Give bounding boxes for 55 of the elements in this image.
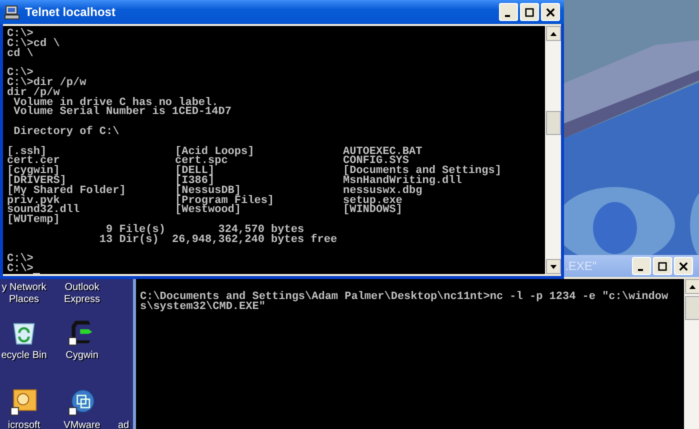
minimize-icon — [505, 14, 510, 16]
desktop-icon-label[interactable]: y Network Places — [2, 282, 46, 306]
vmware-icon[interactable] — [68, 388, 96, 416]
desktop-icon-label[interactable]: Cygwin — [66, 350, 98, 362]
file-entry: [Westwood] — [175, 206, 242, 216]
scrollbar-thumb[interactable] — [546, 111, 560, 135]
minimize-button[interactable] — [632, 257, 651, 275]
file-entry: [DELL] — [175, 167, 215, 177]
file-entry: [WINDOWS] — [343, 206, 404, 216]
scroll-down-button[interactable] — [546, 259, 560, 274]
close-button[interactable] — [674, 257, 693, 275]
scrollbar[interactable] — [545, 26, 561, 274]
close-button[interactable] — [541, 3, 560, 21]
scroll-up-button[interactable] — [546, 26, 560, 41]
desktop-icon-label[interactable]: ecycle Bin — [1, 350, 47, 362]
maximize-icon — [525, 8, 534, 16]
minimize-button[interactable] — [499, 3, 518, 21]
computer-icon — [4, 4, 20, 20]
scroll-up-button[interactable] — [684, 279, 699, 294]
maximize-button[interactable] — [653, 257, 672, 275]
file-entry: [Acid Loops] — [175, 148, 256, 158]
console-line: Directory of C:\ — [12, 128, 120, 138]
desktop-icon-label[interactable]: Outlook Express — [64, 282, 100, 306]
down-arrow-icon — [550, 264, 556, 268]
desktop-icon-label[interactable]: ad — [118, 420, 130, 429]
maximize-icon — [658, 262, 667, 270]
scrollbar[interactable] — [684, 279, 699, 429]
maximize-button[interactable] — [520, 3, 539, 21]
file-entry: MsnHandWriting.dll — [343, 176, 462, 187]
up-arrow-icon — [688, 284, 696, 288]
desktop-icon-label[interactable]: icrosoft — [8, 420, 40, 429]
scrollbar-thumb[interactable] — [684, 296, 699, 320]
window-title: .EXE" — [565, 259, 597, 273]
file-entry: priv.pvk — [7, 196, 60, 206]
console-line: s\system32\CMD.EXE" — [140, 302, 266, 313]
close-icon — [546, 8, 555, 16]
desktop-icon-label[interactable]: VMware — [64, 420, 100, 429]
minimize-icon — [638, 268, 643, 270]
file-entry: [WUTemp] — [7, 216, 61, 226]
console-line: 13 Dir(s) 26,948,362,240 bytes free — [98, 236, 338, 246]
file-entry: setup.exe — [343, 196, 402, 206]
calendar-app-icon[interactable] — [10, 388, 38, 416]
file-entry: [I386] — [175, 176, 215, 187]
file-entry: [DRIVERS] — [7, 176, 66, 187]
close-icon — [679, 262, 688, 270]
file-entry: [NessusDB] — [175, 186, 242, 197]
console-line: 9 File(s) 324,570 bytes — [106, 226, 306, 236]
window-title: Telnet localhost — [25, 5, 116, 19]
file-entry: [cygwin] — [7, 167, 60, 177]
console-line: cd \ — [7, 50, 34, 60]
console-line: C:\> — [7, 265, 34, 274]
file-entry: [.ssh] — [7, 148, 47, 158]
cursor-icon — [33, 272, 40, 274]
file-entry: nessuswx.dbg — [343, 186, 422, 197]
up-arrow-icon — [550, 32, 556, 36]
